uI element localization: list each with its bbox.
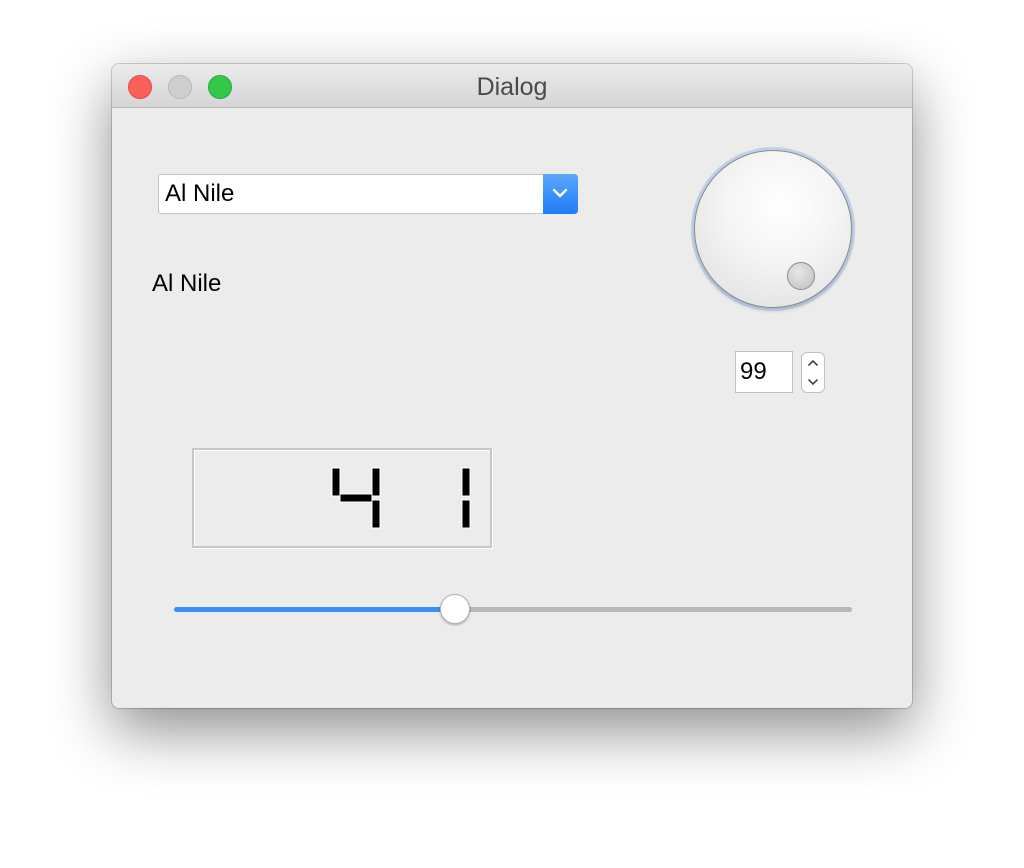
lcd-segment-1-c [461,499,471,529]
spinbox-stepper[interactable] [801,352,825,393]
lcd-segment-1-b [461,467,471,497]
slider-fill [174,607,455,612]
lcd-segment-4-b [371,467,381,497]
spinbox-up-button[interactable] [802,353,824,372]
value-slider[interactable] [174,594,852,624]
lcd-segment-4-g [339,493,373,503]
lcd-segment-4-f [331,467,341,497]
slider-thumb[interactable] [440,594,470,624]
lcd-number-display [192,448,492,548]
chevron-down-icon [552,188,568,198]
dialog-window: Dialog Al Nile Al Nile 99 [112,64,912,708]
close-button[interactable] [128,75,152,99]
font-combo-value: Al Nile [165,180,235,207]
font-name-label: Al Nile [152,270,222,297]
zoom-button[interactable] [208,75,232,99]
minimize-button[interactable] [168,75,192,99]
window-title: Dialog [476,73,548,101]
title-bar[interactable]: Dialog [112,64,912,108]
lcd-digits [331,467,471,529]
chevron-up-icon [808,360,818,366]
dial-indicator[interactable] [787,262,815,290]
chevron-down-icon [808,379,818,385]
lcd-segment-4-c [371,499,381,529]
spinbox-input[interactable]: 99 [735,351,793,393]
dial-knob-control[interactable] [694,150,852,308]
spinbox-down-button[interactable] [802,373,824,392]
font-combo-box[interactable]: Al Nile [158,174,578,214]
font-combo-dropdown-button[interactable] [543,174,578,214]
